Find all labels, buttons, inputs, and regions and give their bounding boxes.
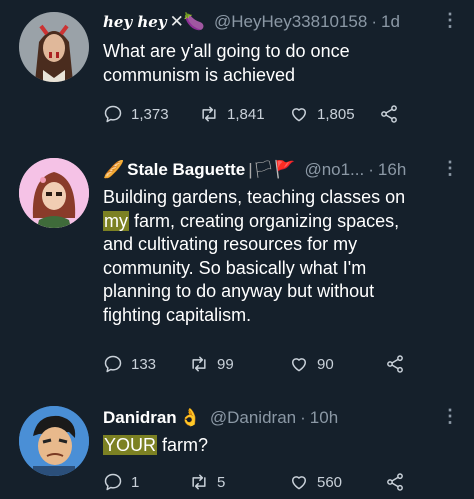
retweet-count: 1,841 [227, 105, 265, 123]
tweet-line: and cultivating resources for my [103, 234, 358, 254]
retweet-icon [199, 104, 219, 124]
share-icon [379, 104, 399, 124]
like-count: 1,805 [317, 105, 355, 123]
tweet-line: YOUR farm? [103, 434, 463, 458]
reply-button[interactable]: 133 [103, 354, 189, 374]
tweet-line: fighting capitalism. [103, 304, 252, 325]
avatar-illustration [19, 158, 89, 228]
display-name[interactable]: hey hey [103, 13, 167, 31]
reply-button[interactable]: 1 [103, 472, 189, 492]
tweet-line-rest: farm, creating organizing spaces, [134, 210, 400, 231]
flag-emoji: |🏳🚩 [248, 160, 296, 179]
avatar-illustration [19, 12, 89, 82]
timestamp[interactable]: 1d [381, 12, 400, 32]
retweet-icon [189, 472, 209, 492]
share-button[interactable] [379, 104, 407, 124]
reply-button[interactable]: 1,373 [103, 104, 199, 124]
more-icon[interactable]: ⋮ [441, 406, 459, 427]
share-button[interactable] [385, 354, 413, 374]
display-name[interactable]: Danidran [103, 408, 177, 428]
display-name[interactable]: Stale Baguette [127, 160, 245, 180]
reply-icon [103, 354, 123, 374]
separator-dot: · [371, 12, 378, 31]
action-bar: 1 5 560 [103, 472, 413, 492]
tweet-text: What are y'all going to do once communis… [103, 40, 463, 87]
share-icon [385, 354, 405, 374]
share-button[interactable] [385, 472, 413, 492]
tweet-line: my farm, creating organizing spaces, [103, 210, 463, 234]
tweet-line: communism is achieved [103, 64, 296, 85]
reply-count: 1 [131, 473, 140, 491]
tweet-line: What are y'all going to do once [103, 41, 350, 61]
like-count: 560 [317, 473, 343, 491]
tweet-line: planning to do anyway but without [103, 281, 375, 301]
handle[interactable]: @Danidran [210, 408, 296, 428]
reply-count: 1,373 [131, 105, 169, 123]
retweet-button[interactable]: 99 [189, 354, 289, 374]
handle[interactable]: @HeyHey33810158 [214, 12, 367, 32]
like-icon [289, 472, 309, 492]
like-icon [289, 354, 309, 374]
share-icon [385, 472, 405, 492]
retweet-count: 5 [217, 473, 226, 491]
retweet-button[interactable]: 1,841 [199, 104, 289, 124]
highlighted-word: my [103, 210, 129, 231]
retweet-icon [189, 354, 209, 374]
tweet-header: hey hey ✕🍆 @HeyHey33810158 · 1d [103, 12, 400, 32]
tweet-2[interactable]: 🥖 Stale Baguette |🏳🚩 @no1... · 16h ⋮ Bui… [0, 140, 474, 390]
timestamp[interactable]: 16h [378, 160, 406, 180]
like-button[interactable]: 560 [289, 472, 385, 492]
avatar-illustration [19, 406, 89, 476]
avatar[interactable] [19, 158, 89, 228]
tweet-1[interactable]: hey hey ✕🍆 @HeyHey33810158 · 1d ⋮ What a… [0, 0, 474, 140]
tweet-line-rest: farm? [157, 435, 209, 455]
avatar[interactable] [19, 12, 89, 82]
highlighted-word: YOUR [103, 435, 158, 455]
action-bar: 1,373 1,841 1,805 [103, 104, 407, 124]
tweet-text: Building gardens, teaching classes on my… [103, 186, 463, 327]
reply-icon [103, 104, 123, 124]
name-emoji: ✕🍆 [169, 12, 205, 31]
retweet-count: 99 [217, 355, 234, 373]
like-button[interactable]: 90 [289, 354, 385, 374]
separator-dot: · [300, 408, 306, 427]
separator-dot: · [368, 160, 374, 179]
reply-icon [103, 472, 123, 492]
baguette-emoji: 🥖 [103, 160, 125, 179]
tweet-header: 🥖 Stale Baguette |🏳🚩 @no1... · 16h [103, 160, 406, 180]
reply-count: 133 [131, 355, 157, 373]
tweet-3[interactable]: Danidran 👌 @Danidran · 10h ⋮ YOUR farm? … [0, 390, 474, 499]
tweet-header: Danidran 👌 @Danidran · 10h [103, 408, 338, 428]
tweet-line: community. So basically what I'm [103, 257, 367, 278]
like-count: 90 [317, 355, 334, 373]
timestamp[interactable]: 10h [310, 408, 338, 428]
tweet-text: YOUR farm? [103, 434, 463, 458]
retweet-button[interactable]: 5 [189, 472, 289, 492]
more-icon[interactable]: ⋮ [441, 158, 459, 179]
ok-hand-emoji: 👌 [179, 408, 201, 427]
tweet-line: Building gardens, teaching classes on [103, 187, 406, 207]
more-icon[interactable]: ⋮ [441, 10, 459, 31]
handle[interactable]: @no1... [304, 160, 364, 180]
avatar[interactable] [19, 406, 89, 476]
like-icon [289, 104, 309, 124]
like-button[interactable]: 1,805 [289, 104, 379, 124]
action-bar: 133 99 90 [103, 354, 413, 374]
